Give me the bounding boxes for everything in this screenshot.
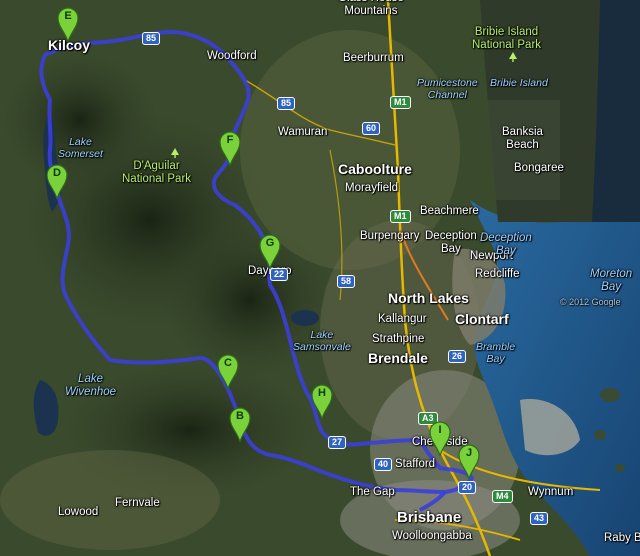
label-stafford: Stafford (395, 458, 436, 470)
label-glass-house-mountains: Glass House Mountains (338, 0, 404, 17)
label-lake-somerset: Lake Somerset (58, 136, 103, 160)
marker-letter: I (438, 424, 442, 436)
label-bribie-island: Bribie Island (490, 77, 548, 89)
road-shield-m4: M4 (492, 490, 513, 503)
label-brendale: Brendale (368, 350, 428, 366)
label-fernvale: Fernvale (115, 497, 160, 509)
label-strathpine: Strathpine (372, 333, 425, 345)
road-shield-20: 20 (458, 481, 477, 494)
road-shield-60: 60 (362, 122, 381, 135)
road-shield-85: 85 (277, 97, 296, 110)
marker-letter: D (53, 167, 61, 179)
label-deception-bay: Deception Bay (480, 232, 532, 257)
label-banksia-beach: Banksia Beach (502, 126, 543, 151)
park-icon (171, 148, 179, 158)
label-pumicestone-channel: Pumicestone Channel (417, 77, 478, 101)
marker-letter: H (318, 387, 326, 399)
road-shield-40: 40 (374, 458, 393, 471)
label-brisbane: Brisbane (397, 509, 462, 526)
label-kallangur: Kallangur (378, 313, 427, 325)
marker-letter: B (236, 410, 244, 422)
label-woodford: Woodford (207, 50, 257, 62)
map-view[interactable]: Glass House Mountains Kilcoy Woodford Be… (0, 0, 640, 556)
label-bramble-bay: Bramble Bay (476, 341, 516, 365)
label-north-lakes: North Lakes (388, 290, 469, 306)
road-shield-27: 27 (328, 436, 347, 449)
label-beerburrum: Beerburrum (343, 52, 404, 64)
label-lowood: Lowood (58, 506, 99, 518)
marker-letter: J (465, 447, 473, 459)
label-raby-bay: Raby B (604, 532, 640, 544)
road-shield-26: 26 (448, 350, 467, 363)
label-caboolture: Caboolture (338, 161, 412, 177)
road-shield-m1: M1 (390, 210, 411, 223)
road-shield-58: 58 (337, 275, 356, 288)
marker-letter: C (224, 357, 232, 369)
label-burpengary: Burpengary (360, 230, 420, 242)
marker-letter: E (64, 10, 72, 22)
park-icon (509, 52, 517, 62)
road-shield-43: 43 (530, 512, 549, 525)
label-wynnum: Wynnum (528, 486, 574, 498)
label-bongaree: Bongaree (514, 162, 564, 174)
label-redcliffe: Redcliffe (475, 268, 520, 280)
label-the-gap: The Gap (350, 486, 395, 498)
label-bribie-national-park: Bribie Island National Park (472, 26, 542, 51)
label-woolloongabba: Woolloongabba (392, 530, 472, 542)
marker-letter: F (226, 134, 234, 146)
road-shield-85: 85 (142, 32, 161, 45)
marker-letter: G (265, 237, 275, 249)
label-morayfield: Morayfield (345, 182, 399, 194)
label-wamuran: Wamuran (278, 126, 328, 138)
label-lake-wivenhoe: Lake Wivenhoe (65, 373, 117, 398)
label-moreton-bay: Moreton Bay (590, 268, 633, 293)
label-clontarf: Clontarf (455, 311, 509, 327)
label-daguilar-national-park: D'Aguilar National Park (122, 160, 192, 185)
label-lake-samsonvale: Lake Samsonvale (293, 329, 351, 353)
road-shield-m1: M1 (390, 96, 411, 109)
map-watermark: © 2012 Google (560, 297, 621, 307)
label-beachmere: Beachmere (420, 205, 479, 217)
